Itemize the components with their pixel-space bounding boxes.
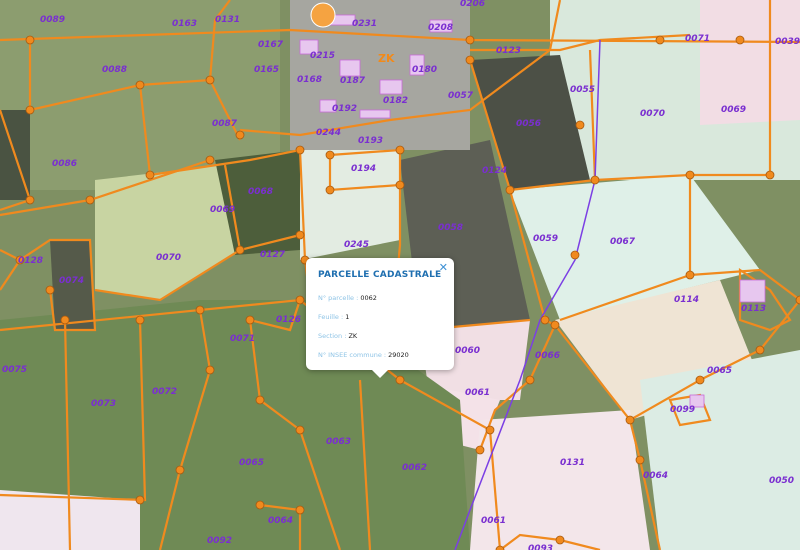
parcel-label: 0062 — [402, 463, 427, 473]
aerial-field-0131 — [470, 410, 650, 550]
parcel-label: 0193 — [358, 136, 383, 146]
parcel-label: 0114 — [674, 295, 699, 305]
parcel-label: 0215 — [310, 51, 335, 61]
field-label: N° parcelle : — [318, 294, 361, 302]
parcel-label: 0180 — [412, 65, 437, 75]
parcel-label: 0057 — [448, 91, 474, 101]
parcel-label: 0070 — [640, 109, 665, 119]
parcel-label: 0168 — [297, 75, 322, 85]
parcel-label: 0231 — [352, 19, 377, 29]
aerial-field-0039 — [700, 0, 800, 125]
parcel-label: 0064 — [643, 471, 668, 481]
parcel-info-popup: PARCELLE CADASTRALE ✕ N° parcelle : 0062… — [306, 258, 454, 378]
parcel-label: 0123 — [496, 46, 521, 56]
parcel-label: 0071 — [685, 34, 710, 44]
parcel-label: 0208 — [428, 23, 453, 33]
parcel-label: 0065 — [239, 458, 264, 468]
parcel-label: 0064 — [268, 516, 293, 526]
parcel-label: 0092 — [207, 536, 232, 546]
parcel-label: 0050 — [769, 476, 794, 486]
parcel-label: 0075 — [2, 365, 27, 375]
parcel-label: 0068 — [248, 187, 273, 197]
parcel-label: 0063 — [326, 437, 351, 447]
parcel-label: 0058 — [438, 223, 463, 233]
parcel-label: 0093 — [528, 544, 553, 550]
parcel-label: 0127 — [260, 250, 286, 260]
parcel-label: 0065 — [707, 366, 732, 376]
popup-title: PARCELLE CADASTRALE — [318, 270, 442, 280]
popup-field-section: Section : ZK — [318, 332, 357, 340]
parcel-label: 0182 — [383, 96, 408, 106]
field-value: ZK — [348, 332, 358, 340]
field-label: Section : — [318, 332, 349, 340]
parcel-label: 0055 — [570, 85, 595, 95]
parcel-label: 0124 — [482, 166, 507, 176]
popup-field-insee: N° INSEE commune : 29020 — [318, 351, 409, 359]
parcel-label: 0070 — [156, 253, 181, 263]
popup-field-sheet: Feuille : 1 — [318, 313, 349, 321]
parcel-label: 0099 — [670, 405, 695, 415]
popup-field-parcel: N° parcelle : 0062 — [318, 294, 377, 302]
parcel-label: 0071 — [230, 334, 255, 344]
aerial-field-0050 — [640, 350, 800, 550]
parcel-label: 0192 — [332, 104, 357, 114]
parcel-label: 0087 — [212, 119, 238, 129]
parcel-label: 0073 — [91, 399, 116, 409]
parcel-label: 0089 — [40, 15, 65, 25]
parcel-label: 0067 — [610, 237, 636, 247]
parcel-label: 0074 — [59, 276, 84, 286]
section-marker: ZK — [378, 52, 395, 65]
parcel-label: 0131 — [215, 15, 240, 25]
parcel-label: 0069 — [210, 205, 235, 215]
parcel-label: 0131 — [560, 458, 585, 468]
parcel-label: 0059 — [533, 234, 558, 244]
parcel-label: 0165 — [254, 65, 279, 75]
field-label: Feuille : — [318, 313, 346, 321]
parcel-label: 0061 — [481, 516, 506, 526]
parcel-label: 0056 — [516, 119, 541, 129]
field-value: 1 — [345, 313, 350, 321]
parcel-label: 0244 — [316, 128, 341, 138]
parcel-label: 0194 — [351, 164, 376, 174]
parcel-label: 0072 — [152, 387, 177, 397]
parcel-label: 0187 — [340, 76, 366, 86]
field-value: 0062 — [360, 294, 377, 302]
parcel-label: 0128 — [18, 256, 43, 266]
parcel-label: 0086 — [52, 159, 77, 169]
parcel-label: 0126 — [276, 315, 301, 325]
close-icon[interactable]: ✕ — [439, 261, 448, 274]
parcel-label: 0167 — [258, 40, 284, 50]
parcel-label: 0245 — [344, 240, 369, 250]
location-marker-icon[interactable] — [310, 2, 336, 28]
parcel-label: 0088 — [102, 65, 127, 75]
field-value: 29020 — [388, 351, 409, 359]
parcel-label: 0163 — [172, 19, 197, 29]
field-label: N° INSEE commune : — [318, 351, 389, 359]
parcel-label: 0069 — [721, 105, 746, 115]
parcel-label: 0113 — [741, 304, 766, 314]
parcel-label: 0039 — [775, 37, 800, 47]
parcel-label: 0066 — [535, 351, 560, 361]
parcel-label: 0060 — [455, 346, 480, 356]
parcel-label: 0061 — [465, 388, 490, 398]
parcel-label: 0206 — [460, 0, 485, 9]
